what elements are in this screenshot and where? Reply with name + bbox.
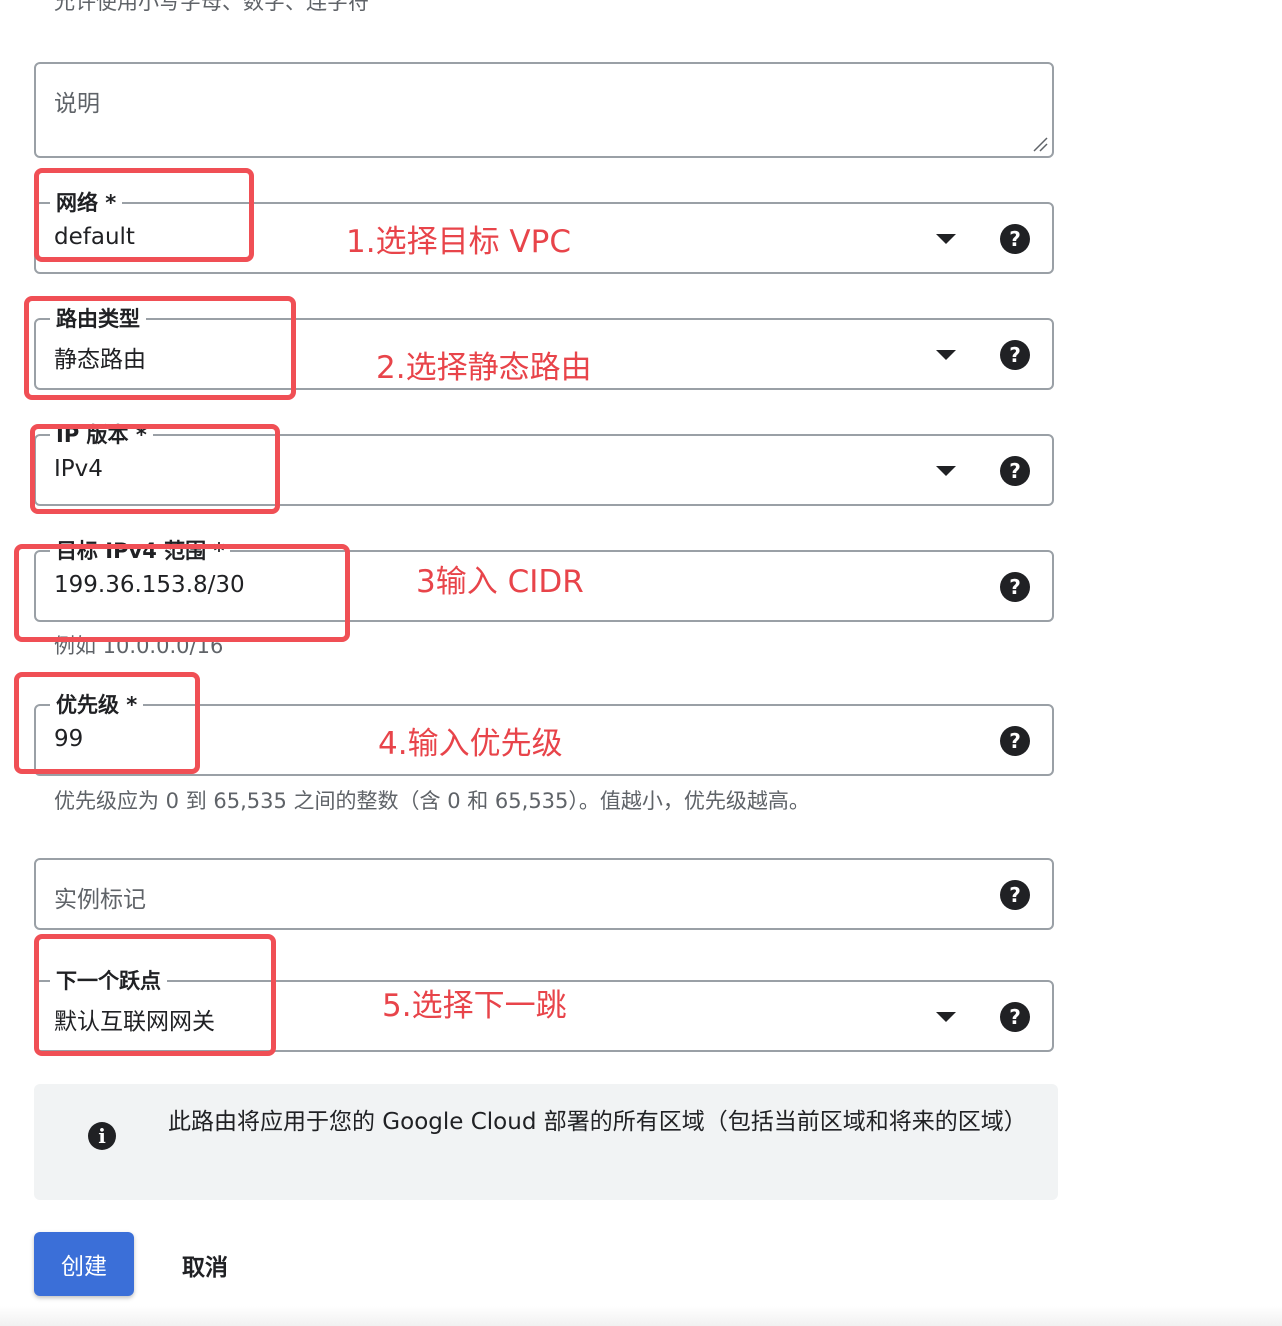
- bottom-shadow: [0, 1306, 1282, 1326]
- instance-tags-placeholder: 实例标记: [54, 887, 146, 913]
- annotation-box-route-type: [24, 296, 296, 400]
- instance-tags-input[interactable]: 实例标记 ?: [34, 858, 1054, 930]
- dropdown-arrow-icon[interactable]: [936, 1012, 956, 1022]
- annotation-box-next-hop: [34, 934, 276, 1056]
- help-icon[interactable]: ?: [1000, 572, 1030, 602]
- annotation-box-priority: [14, 672, 200, 774]
- create-route-form: 允许使用小写字母、数字、连字符 说明 网络 * default ? 路由类型 静…: [0, 0, 1282, 1326]
- dropdown-arrow-icon[interactable]: [936, 350, 956, 360]
- dropdown-arrow-icon[interactable]: [936, 234, 956, 244]
- dropdown-arrow-icon[interactable]: [936, 466, 956, 476]
- description-placeholder: 说明: [54, 91, 100, 117]
- help-icon[interactable]: ?: [1000, 726, 1030, 756]
- help-icon[interactable]: ?: [1000, 1002, 1030, 1032]
- description-field[interactable]: 说明: [34, 62, 1054, 158]
- name-hint: 允许使用小写字母、数字、连字符: [54, 0, 369, 14]
- priority-hint: 优先级应为 0 到 65,535 之间的整数（含 0 和 65,535）。值越小…: [54, 789, 810, 813]
- help-icon[interactable]: ?: [1000, 224, 1030, 254]
- cancel-button[interactable]: 取消: [182, 1248, 228, 1282]
- annotation-step3: 3输入 CIDR: [416, 564, 584, 600]
- annotation-step5: 5.选择下一跳: [382, 988, 567, 1024]
- annotation-box-dest-range: [14, 544, 350, 642]
- resize-handle-icon[interactable]: [1032, 136, 1048, 152]
- info-text: 此路由将应用于您的 Google Cloud 部署的所有区域（包括当前区域和将来…: [168, 1109, 1027, 1135]
- info-banner: i 此路由将应用于您的 Google Cloud 部署的所有区域（包括当前区域和…: [34, 1084, 1058, 1200]
- help-icon[interactable]: ?: [1000, 456, 1030, 486]
- annotation-step1: 1.选择目标 VPC: [346, 224, 571, 260]
- help-icon[interactable]: ?: [1000, 880, 1030, 910]
- annotation-box-ip-version: [30, 424, 280, 514]
- annotation-step4: 4.输入优先级: [378, 726, 563, 762]
- info-icon: i: [88, 1122, 116, 1150]
- create-button[interactable]: 创建: [34, 1232, 134, 1296]
- help-icon[interactable]: ?: [1000, 340, 1030, 370]
- annotation-box-network: [34, 168, 254, 262]
- annotation-step2: 2.选择静态路由: [376, 350, 592, 386]
